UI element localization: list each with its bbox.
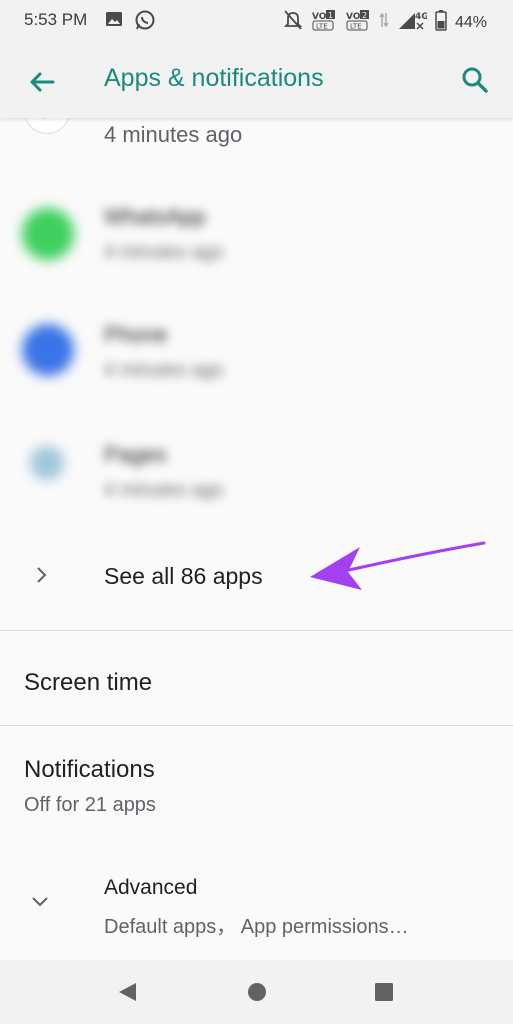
svg-text:LTE: LTE <box>316 23 328 31</box>
nav-back-icon[interactable] <box>116 981 138 1008</box>
page-title: Apps & notifications <box>104 64 324 92</box>
app-last-used: 4 minutes ago <box>104 242 224 263</box>
svg-text:LTE: LTE <box>350 23 362 31</box>
battery-percent: 44% <box>454 13 487 31</box>
advanced-subtitle: Default apps， App permissions… <box>104 916 409 938</box>
whatsapp-icon <box>134 9 156 36</box>
status-right-icons: VO 1 LTE VO 2 LTE 4G 44% <box>283 9 487 36</box>
signal-4g-icon: 4G <box>397 9 429 36</box>
see-all-apps-button[interactable]: See all 86 apps <box>0 546 513 608</box>
volte-2-icon: VO 2 LTE <box>345 9 371 36</box>
app-name: WhatsApp <box>104 204 206 229</box>
app-icon <box>30 446 64 480</box>
navigation-bar <box>0 960 513 1024</box>
status-left-icons <box>104 9 156 36</box>
notifications-subtitle: Off for 21 apps <box>24 794 156 816</box>
settings-list: 4 minutes ago WhatsApp 4 minutes ago Pho… <box>0 118 513 960</box>
gallery-icon <box>104 9 124 36</box>
chevron-down-icon <box>28 890 52 914</box>
battery-icon <box>435 9 447 36</box>
arrow-back-icon[interactable] <box>26 66 58 98</box>
screen-time-item[interactable]: Screen time <box>0 631 513 725</box>
recent-app-item[interactable]: Pages 4 minutes ago <box>0 408 513 526</box>
app-name: Phone <box>104 322 168 347</box>
recent-app-item[interactable]: Phone 4 minutes ago <box>0 288 513 406</box>
search-icon[interactable] <box>459 64 491 96</box>
status-bar: 5:53 PM VO 1 LTE VO 2 LTE 4G 44% <box>0 0 513 44</box>
svg-text:1: 1 <box>328 11 333 20</box>
recent-app-item[interactable]: WhatsApp 4 minutes ago <box>0 168 513 286</box>
app-icon <box>22 324 74 376</box>
svg-text:4G: 4G <box>415 12 427 22</box>
advanced-title: Advanced <box>104 876 198 899</box>
volte-1-icon: VO 1 LTE <box>311 9 337 36</box>
notifications-item[interactable]: Notifications Off for 21 apps <box>0 726 513 846</box>
data-arrows-icon <box>379 9 389 36</box>
mute-icon <box>283 9 303 36</box>
notifications-title: Notifications <box>24 756 155 783</box>
status-time: 5:53 PM <box>24 10 88 29</box>
play-store-icon <box>24 118 70 134</box>
advanced-item[interactable]: Advanced Default apps， App permissions… <box>0 846 513 960</box>
app-last-used: 4 minutes ago <box>104 480 224 501</box>
svg-text:2: 2 <box>362 11 367 20</box>
app-icon <box>22 208 74 260</box>
chevron-right-icon <box>30 564 52 586</box>
nav-recents-icon[interactable] <box>373 981 395 1008</box>
app-last-used: 4 minutes ago <box>104 122 243 147</box>
app-bar: Apps & notifications <box>0 44 513 118</box>
see-all-apps-label: See all 86 apps <box>104 563 263 589</box>
app-last-used: 4 minutes ago <box>104 360 224 381</box>
nav-home-icon[interactable] <box>246 981 268 1008</box>
screen-time-title: Screen time <box>24 669 153 696</box>
app-name: Pages <box>104 442 167 467</box>
